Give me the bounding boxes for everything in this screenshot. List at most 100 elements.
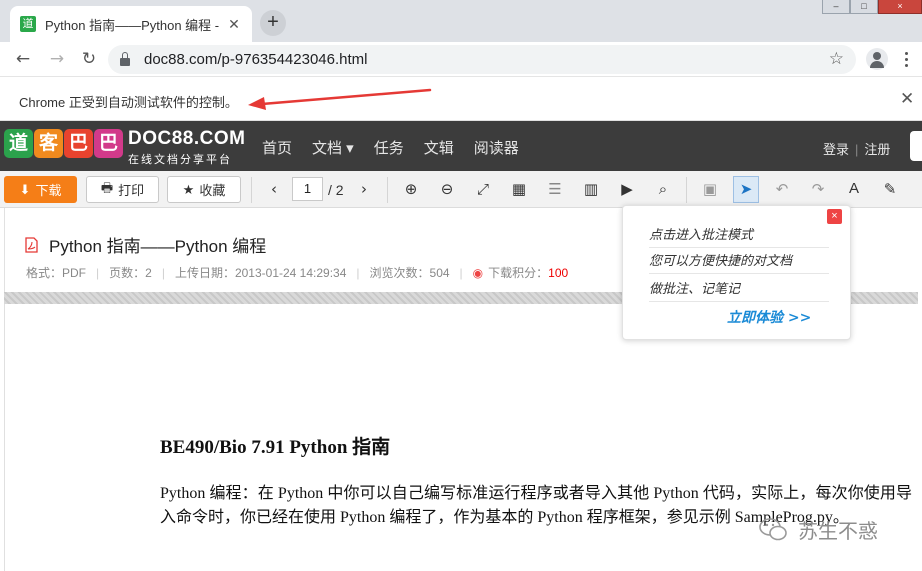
page-number-input[interactable]: 1 — [292, 177, 323, 201]
divider: | — [356, 265, 360, 280]
nav-tasks[interactable]: 任务 — [374, 137, 404, 158]
window-controls: – □ × — [822, 0, 922, 14]
tab-title: Python 指南——Python 编程 - — [45, 17, 220, 33]
brand-name: DOC88.COM — [128, 128, 246, 149]
divider: | — [96, 265, 100, 280]
try-now-link[interactable]: 立即体验 >> — [727, 307, 811, 327]
download-button[interactable]: ⬇ 下载 — [4, 176, 77, 203]
meta-upload-date: 上传日期：2013-01-24 14:29:34 — [174, 266, 347, 280]
window-close-button[interactable]: × — [878, 0, 922, 14]
site-nav: 首页 文档 ▾ 任务 文辑 阅读器 — [262, 137, 519, 158]
save-icon[interactable]: ▣ — [700, 179, 720, 199]
browser-toolbar: ← → ↻ doc88.com/p-976354423046.html ☆ — [0, 42, 922, 77]
undo-icon[interactable]: ↶ — [772, 179, 792, 199]
watermark: 苏生不惑 — [758, 515, 878, 544]
coins-icon: ◉ — [472, 265, 484, 280]
popup-close-button[interactable]: × — [827, 209, 842, 224]
print-label: 打印 — [118, 183, 145, 198]
reader-toolbar: ⬇ 下载 🖶 打印 ★ 收藏 ‹ 1 / 2 › ⊕ ⊖ ⤢ ▦ ☰ ▥ ▶ ⌕… — [0, 171, 922, 208]
zoom-in-icon[interactable]: ⊕ — [401, 179, 421, 199]
maximize-button[interactable]: □ — [850, 0, 878, 14]
wechat-icon — [759, 517, 787, 540]
toolbar-divider — [387, 177, 388, 203]
print-button[interactable]: 🖶 打印 — [86, 176, 159, 203]
download-icon: ⬇ — [19, 181, 31, 197]
popup-line: 您可以方便快捷的对文档 — [649, 250, 829, 274]
infobar-message: Chrome 正受到自动测试软件的控制。 — [19, 95, 238, 110]
infobar-close-icon[interactable]: ✕ — [900, 89, 914, 109]
fullscreen-icon[interactable]: ⤢ — [473, 179, 493, 199]
pen-icon[interactable]: ✎ — [880, 179, 900, 199]
nav-home[interactable]: 首页 — [262, 137, 292, 158]
watermark-text: 苏生不惑 — [798, 519, 878, 543]
document-meta: 格式：PDF | 页数：2 | 上传日期：2013-01-24 14:29:34… — [26, 264, 568, 281]
nav-documents[interactable]: 文档 ▾ — [312, 137, 354, 158]
document-heading: BE490/Bio 7.91 Python 指南 — [160, 437, 391, 458]
back-arrow-icon[interactable]: ← — [12, 48, 34, 70]
brand-tagline: 在线文档分享平台 — [128, 154, 232, 166]
nav-reader[interactable]: 阅读器 — [474, 137, 519, 158]
pdf-file-icon — [25, 236, 38, 253]
meta-format: 格式：PDF — [26, 266, 87, 280]
address-bar[interactable]: doc88.com/p-976354423046.html ☆ — [108, 45, 856, 74]
doc88-logo[interactable]: 道 客 巴 巴 — [4, 129, 124, 158]
reload-icon[interactable]: ↻ — [78, 48, 100, 70]
site-header: 道 客 巴 巴 DOC88.COM 在线文档分享平台 首页 文档 ▾ 任务 文辑… — [0, 121, 922, 171]
nav-collections[interactable]: 文辑 — [424, 137, 454, 158]
meta-points-label: 下载积分： — [488, 266, 549, 280]
list-view-icon[interactable]: ☰ — [545, 179, 565, 199]
new-tab-button[interactable]: + — [260, 10, 286, 36]
doc88-favicon-icon: 道 — [20, 16, 36, 32]
redo-icon[interactable]: ↷ — [808, 179, 828, 199]
popup-line: 做批注、记笔记 — [649, 278, 829, 302]
browser-tab[interactable]: 道 Python 指南——Python 编程 - ✕ — [10, 6, 252, 42]
url-text: doc88.com/p-976354423046.html — [144, 51, 368, 68]
popup-line: 点击进入批注模式 — [649, 224, 829, 248]
logo-tile: 客 — [34, 129, 63, 158]
divider: | — [161, 265, 165, 280]
zoom-out-icon[interactable]: ⊖ — [437, 179, 457, 199]
logo-tile: 道 — [4, 129, 33, 158]
annotation-popup: 点击进入批注模式 您可以方便快捷的对文档 做批注、记笔记 立即体验 >> × — [622, 205, 851, 340]
select-cursor-icon[interactable]: ➤ — [733, 176, 759, 203]
meta-pages: 页数：2 — [109, 266, 152, 280]
grid-view-icon[interactable]: ▦ — [509, 179, 529, 199]
bookmark-star-icon[interactable]: ☆ — [829, 49, 844, 69]
logo-tile: 巴 — [64, 129, 93, 158]
play-icon[interactable]: ▶ — [617, 179, 637, 199]
meta-points-value: 100 — [548, 265, 569, 280]
register-link[interactable]: 注册 — [864, 142, 890, 157]
document-title-row: Python 指南——Python 编程 — [25, 232, 266, 257]
brand[interactable]: DOC88.COM 在线文档分享平台 — [128, 128, 245, 167]
next-page-icon[interactable]: › — [354, 179, 374, 199]
user-links: 登录 | 注册 — [823, 139, 890, 158]
tab-close-icon[interactable]: ✕ — [226, 16, 242, 33]
document-title: Python 指南——Python 编程 — [49, 237, 267, 256]
automation-infobar: Chrome 正受到自动测试软件的控制。 ✕ — [0, 78, 922, 121]
toolbar-divider — [251, 177, 252, 203]
divider: | — [855, 142, 859, 157]
forward-arrow-icon[interactable]: → — [46, 48, 68, 70]
meta-views: 浏览次数：504 — [369, 266, 450, 280]
prev-page-icon[interactable]: ‹ — [264, 179, 284, 199]
annotation-arrow — [248, 88, 432, 110]
printer-icon: 🖶 — [100, 180, 114, 196]
side-panel-tab[interactable] — [910, 131, 922, 161]
download-label: 下载 — [35, 183, 62, 198]
toolbar-divider — [686, 177, 687, 203]
minimize-button[interactable]: – — [822, 0, 850, 14]
logo-tile: 巴 — [94, 129, 123, 158]
favorite-label: 收藏 — [199, 183, 226, 198]
text-tool-icon[interactable]: A — [844, 179, 864, 199]
search-icon[interactable]: ⌕ — [653, 179, 673, 199]
login-link[interactable]: 登录 — [823, 142, 849, 157]
profile-avatar-icon[interactable] — [866, 48, 888, 70]
lock-icon — [120, 51, 130, 66]
favorite-button[interactable]: ★ 收藏 — [167, 176, 241, 203]
star-icon: ★ — [182, 181, 195, 197]
divider: | — [459, 265, 463, 280]
book-view-icon[interactable]: ▥ — [581, 179, 601, 199]
page-total: / 2 — [328, 182, 344, 198]
chrome-menu-icon[interactable] — [898, 48, 914, 70]
tab-strip: 道 Python 指南——Python 编程 - ✕ + – □ × — [0, 0, 922, 42]
